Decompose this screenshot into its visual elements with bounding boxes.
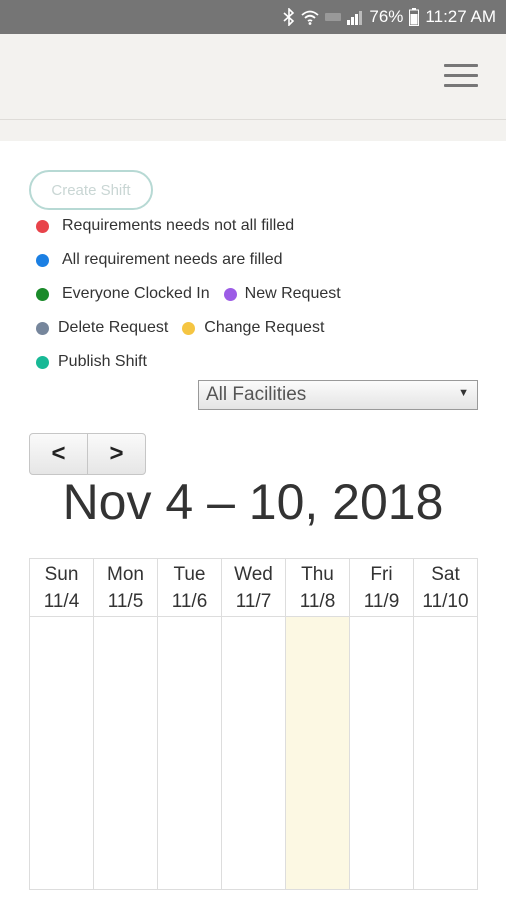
day-name: Mon xyxy=(107,564,144,585)
status-icons: 76% 11:27 AM xyxy=(283,0,496,34)
legend-everyone-clocked-in: Everyone Clocked In xyxy=(36,285,210,303)
day-date: 11/7 xyxy=(235,591,272,612)
date-range-title: Nov 4 – 10, 2018 xyxy=(62,474,444,530)
day-date: 11/10 xyxy=(422,591,469,612)
day-cell-today[interactable] xyxy=(286,617,349,889)
day-cell[interactable] xyxy=(94,617,157,889)
day-name: Sun xyxy=(44,564,79,585)
legend-delete-request: Delete Request xyxy=(36,319,168,337)
lte-icon xyxy=(325,11,342,23)
legend-label: All requirement needs are filled xyxy=(62,251,283,268)
hamburger-menu-icon[interactable] xyxy=(444,64,478,88)
legend-publish-shift: Publish Shift xyxy=(36,353,147,371)
day-column-fri: Fri 11/9 xyxy=(350,559,414,889)
day-cell[interactable] xyxy=(158,617,221,889)
day-header[interactable]: Mon 11/5 xyxy=(94,559,157,617)
legend-label: Everyone Clocked In xyxy=(62,285,210,302)
day-header[interactable]: Thu 11/8 xyxy=(286,559,349,617)
day-header[interactable]: Tue 11/6 xyxy=(158,559,221,617)
legend-row-4: Delete Request Change Request xyxy=(36,319,338,337)
day-column-sun: Sun 11/4 xyxy=(30,559,94,889)
status-bar: 76% 11:27 AM xyxy=(0,0,506,34)
day-date: 11/4 xyxy=(43,591,80,612)
day-date: 11/8 xyxy=(299,591,336,612)
next-week-button[interactable]: > xyxy=(88,434,145,474)
legend-row-1: Requirements needs not all filled xyxy=(36,217,308,235)
status-time: 11:27 AM xyxy=(425,7,496,26)
legend-requirements-filled: All requirement needs are filled xyxy=(36,251,283,269)
yellow-dot-icon xyxy=(182,321,196,335)
signal-icon xyxy=(347,9,363,25)
blue-dot-icon xyxy=(36,253,49,267)
day-cell[interactable] xyxy=(222,617,285,889)
day-header[interactable]: Sat 11/10 xyxy=(414,559,477,617)
day-header[interactable]: Fri 11/9 xyxy=(350,559,413,617)
day-date: 11/9 xyxy=(363,591,400,612)
battery-percent: 76% xyxy=(369,7,404,26)
week-calendar: Sun 11/4 Mon 11/5 Tue 11/6 Wed 11/7 Thu 11/8 … xyxy=(29,558,478,890)
bluetooth-icon xyxy=(283,8,295,26)
create-shift-button[interactable]: Create Shift xyxy=(29,170,153,210)
teal-dot-icon xyxy=(36,355,49,369)
wifi-icon xyxy=(301,9,319,25)
battery-icon xyxy=(409,8,420,26)
header-subbar xyxy=(0,119,506,141)
day-header[interactable]: Sun 11/4 xyxy=(30,559,93,617)
facility-select[interactable]: All Facilities ▼ xyxy=(198,380,478,410)
legend-label: Requirements needs not all filled xyxy=(62,217,295,234)
day-column-tue: Tue 11/6 xyxy=(158,559,222,889)
day-column-sat: Sat 11/10 xyxy=(414,559,477,889)
legend-label: New Request xyxy=(244,285,341,302)
day-cell[interactable] xyxy=(414,617,477,889)
legend-label: Delete Request xyxy=(58,319,169,336)
day-column-wed: Wed 11/7 xyxy=(222,559,286,889)
day-cell[interactable] xyxy=(30,617,93,889)
day-name: Sat xyxy=(431,564,460,585)
legend-requirements-not-filled: Requirements needs not all filled xyxy=(36,217,294,235)
dropdown-arrow-icon: ▼ xyxy=(458,387,469,399)
day-column-mon: Mon 11/5 xyxy=(94,559,158,889)
red-dot-icon xyxy=(36,219,49,233)
prev-week-button[interactable]: < xyxy=(30,434,88,474)
day-date: 11/5 xyxy=(107,591,144,612)
day-name: Wed xyxy=(234,564,273,585)
legend-row-3: Everyone Clocked In New Request xyxy=(36,285,355,303)
app-header xyxy=(0,34,506,119)
legend-label: Publish Shift xyxy=(58,353,147,370)
purple-dot-icon xyxy=(223,287,237,301)
legend-label: Change Request xyxy=(204,319,325,336)
day-cell[interactable] xyxy=(350,617,413,889)
day-date: 11/6 xyxy=(171,591,208,612)
legend-new-request: New Request xyxy=(223,285,341,303)
legend-row-2: All requirement needs are filled xyxy=(36,251,297,269)
day-name: Thu xyxy=(301,564,334,585)
gray-dot-icon xyxy=(36,321,49,335)
day-name: Tue xyxy=(173,564,206,585)
day-column-thu-today: Thu 11/8 xyxy=(286,559,350,889)
day-name: Fri xyxy=(370,564,393,585)
week-nav: < > xyxy=(29,433,146,475)
day-header[interactable]: Wed 11/7 xyxy=(222,559,285,617)
legend-row-5: Publish Shift xyxy=(36,353,161,371)
legend-change-request: Change Request xyxy=(182,319,324,337)
green-dot-icon xyxy=(36,287,49,301)
facility-select-value: All Facilities xyxy=(206,384,307,405)
